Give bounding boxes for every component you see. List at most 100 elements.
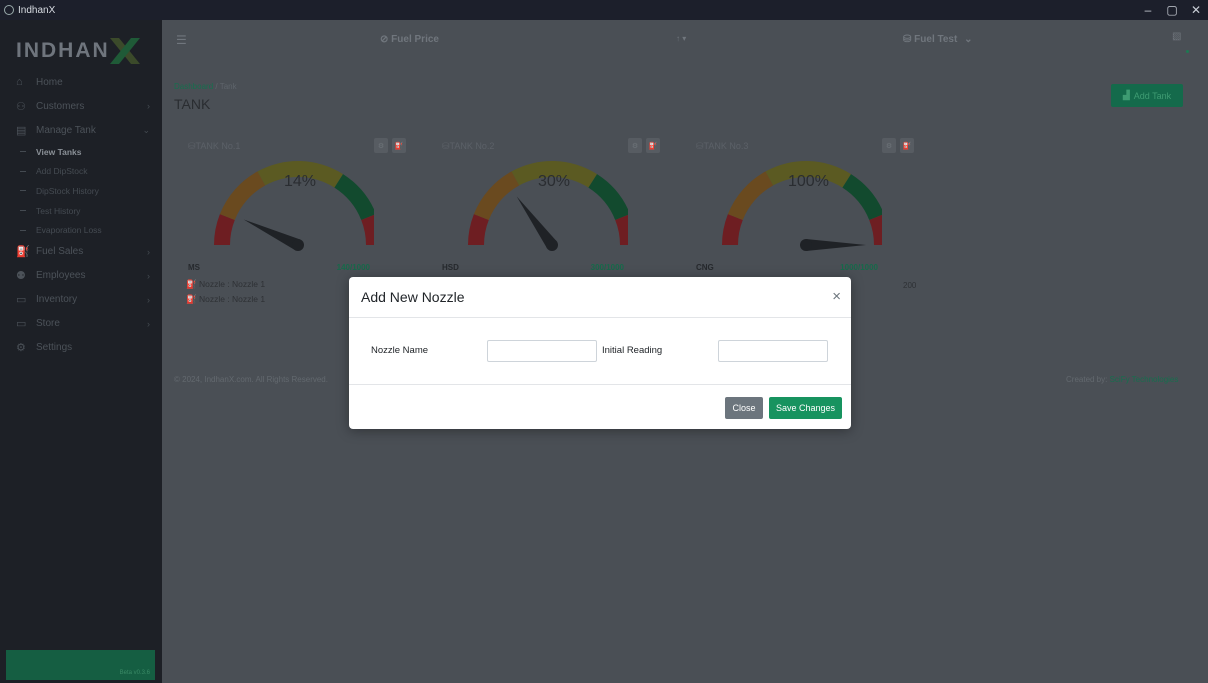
- initial-reading-label: Initial Reading: [602, 345, 663, 356]
- tank-level-gauge: [468, 161, 628, 251]
- chevron-icon: ›: [147, 294, 150, 305]
- maximize-button[interactable]: ▢: [1160, 0, 1184, 20]
- chevron-down-icon: ⌄: [964, 34, 973, 45]
- header-dropdown[interactable]: ↑ ▾: [676, 34, 686, 43]
- gauge-needle-hub: [292, 239, 304, 251]
- minimize-button[interactable]: –: [1136, 0, 1160, 20]
- sidebar-item-store[interactable]: ▭ Store ›: [0, 312, 162, 336]
- brand-logo[interactable]: INDHAN: [16, 34, 142, 68]
- credit-link[interactable]: SciFy Technologies: [1110, 375, 1179, 384]
- breadcrumb-dashboard-link[interactable]: Dashboard: [174, 82, 213, 91]
- chevron-icon: ›: [147, 246, 150, 257]
- tank-reading: 300/1000: [590, 263, 624, 272]
- sidebar-item-customers[interactable]: ⚇ Customers ›: [0, 94, 162, 118]
- gauge-needle: [243, 219, 301, 251]
- nozzle-settings-button[interactable]: ⚙: [882, 138, 896, 153]
- nozzle-name-label: Nozzle Name: [371, 345, 429, 356]
- tank-icon: ⛁: [696, 141, 704, 151]
- sidebar-item-label: Customers: [36, 100, 85, 112]
- chevron-icon: ›: [147, 318, 150, 329]
- window-close-button[interactable]: ✕: [1184, 0, 1208, 20]
- gauge-percent: 30%: [538, 173, 571, 190]
- modal-title: Add New Nozzle: [361, 289, 465, 305]
- sidebar-item-label: Store: [36, 318, 60, 330]
- bullet-icon: [20, 229, 26, 231]
- gauge-needle-hub: [800, 239, 812, 251]
- sidebar-nav: ⌂ Home ⚇ Customers › ▤ Manage Tank ⌄ View Tanks A…: [0, 70, 162, 360]
- nozzle-row: ⛽ Nozzle : Nozzle 1: [186, 279, 265, 290]
- window-title: IndhanX: [18, 4, 56, 16]
- gauge-needle: [806, 239, 866, 251]
- tank-reading: 1000/1000: [840, 263, 878, 272]
- fuel-type: HSD: [442, 263, 459, 272]
- modal-close-icon[interactable]: ×: [832, 289, 841, 304]
- store-icon: ▭: [16, 318, 27, 331]
- save-changes-button[interactable]: Save Changes: [769, 397, 842, 419]
- tank-name: ⛁TANK No.3: [696, 141, 748, 152]
- sidebar-item-home[interactable]: ⌂ Home: [0, 70, 162, 94]
- initial-reading-input[interactable]: [718, 340, 828, 362]
- version-box: Beta v0.3.6: [6, 650, 155, 680]
- page-title: TANK: [174, 96, 211, 112]
- sidebar-subitem-dipstock-history[interactable]: DipStock History: [0, 181, 162, 201]
- tank-icon: ▤: [16, 124, 27, 137]
- gauge-needle-hub: [546, 239, 558, 251]
- stock-value: 200: [903, 281, 917, 290]
- tank-icon: ⛁: [188, 141, 196, 151]
- chevron-icon: ⌄: [142, 124, 150, 135]
- logo-text: INDHAN: [16, 39, 110, 62]
- gear-icon: ⚙: [16, 342, 26, 355]
- fuel-pump-button[interactable]: ⛽: [392, 138, 406, 153]
- add-tank-button[interactable]: ▟ Add Tank: [1111, 84, 1183, 107]
- logo-x-icon: [109, 38, 140, 64]
- sidebar-subitem-label: DipStock History: [36, 185, 99, 196]
- sidebar-item-employees[interactable]: ⚉ Employees ›: [0, 264, 162, 288]
- gauge-orange-segment: [473, 171, 520, 220]
- home-icon: ⌂: [16, 76, 23, 88]
- sidebar-item-label: Inventory: [36, 294, 78, 306]
- tank-name: ⛁TANK No.1: [188, 141, 240, 152]
- bullet-icon: [20, 210, 26, 212]
- sidebar-item-label: Fuel Sales: [36, 246, 84, 258]
- user-avatar[interactable]: ▧: [1172, 31, 1186, 45]
- tank-icon: ⛁: [442, 141, 450, 151]
- nozzle-settings-button[interactable]: ⚙: [628, 138, 642, 153]
- fuel-price-button[interactable]: ⊘ Fuel Price: [380, 34, 439, 45]
- fuel-pump-icon: ⛽: [16, 246, 30, 259]
- tank-reading: 140/1000: [336, 263, 370, 272]
- tag-icon: ⊘: [380, 34, 392, 45]
- fuel-type: CNG: [696, 263, 714, 272]
- sidebar-item-settings[interactable]: ⚙ Settings: [0, 336, 162, 360]
- fuel-test-dropdown[interactable]: ⛁ Fuel Test ⌄: [903, 34, 973, 45]
- breadcrumb-separator: /: [215, 82, 218, 91]
- gauge-orange-segment: [219, 171, 266, 220]
- sidebar-item-manage-tank[interactable]: ▤ Manage Tank ⌄: [0, 118, 162, 142]
- chart-icon: ▟: [1122, 90, 1130, 100]
- sidebar-subitem-evaporation-loss[interactable]: Evaporation Loss: [0, 220, 162, 240]
- gauge-green-segment: [334, 174, 374, 220]
- bullet-icon: [20, 151, 26, 153]
- sidebar-item-label: Manage Tank: [36, 124, 96, 136]
- sidebar: INDHAN ⌂ Home ⚇ Customers › ▤ Manage Tank ⌄ View…: [0, 20, 162, 683]
- fuel-pump-icon: ⛽: [186, 279, 199, 289]
- employees-icon: ⚉: [16, 270, 26, 283]
- sidebar-subitem-view-tanks[interactable]: View Tanks: [0, 142, 162, 162]
- gauge-percent: 100%: [788, 173, 829, 190]
- chevron-icon: ›: [147, 101, 150, 111]
- close-button[interactable]: Close: [725, 397, 763, 419]
- sidebar-item-fuel-sales[interactable]: ⛽ Fuel Sales ›: [0, 240, 162, 264]
- footer-credit: Created by: SciFy Technologies: [1066, 375, 1178, 384]
- fuel-pump-button[interactable]: ⛽: [646, 138, 660, 153]
- sidebar-subitem-test-history[interactable]: Test History: [0, 201, 162, 221]
- footer-copyright: © 2024, IndhanX.com. All Rights Reserved…: [174, 375, 328, 384]
- sidebar-subitem-add-dipstock[interactable]: Add DipStock: [0, 162, 162, 182]
- menu-toggle-icon[interactable]: ☰: [176, 33, 187, 47]
- sidebar-item-inventory[interactable]: ▭ Inventory ›: [0, 288, 162, 312]
- tank-level-gauge: [214, 161, 374, 251]
- tank-card: ⛁TANK No.1 ⚙ ⛽ 14% MS 140/1000 ⛽ Nozzle : Nozz…: [174, 133, 406, 323]
- credit-prefix: Created by:: [1066, 375, 1108, 384]
- nozzle-settings-button[interactable]: ⚙: [374, 138, 388, 153]
- fuel-test-icon: ⛁: [903, 34, 915, 45]
- fuel-pump-button[interactable]: ⛽: [900, 138, 914, 153]
- nozzle-name-input[interactable]: [487, 340, 597, 362]
